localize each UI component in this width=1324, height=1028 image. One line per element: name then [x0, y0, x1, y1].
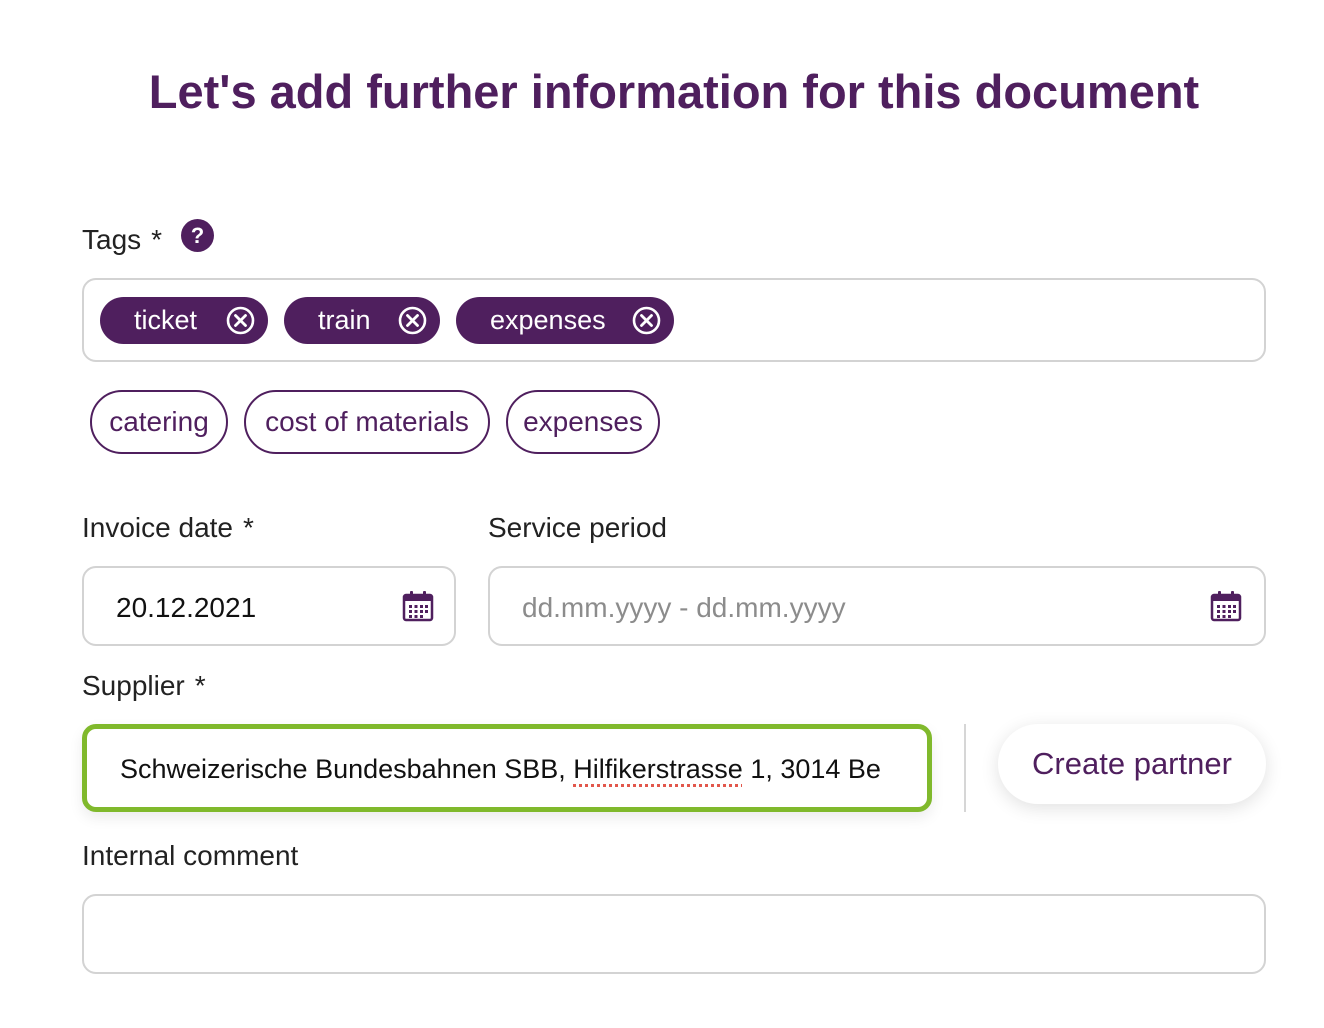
tag-suggestion-expenses[interactable]: expenses [506, 390, 660, 454]
service-period-label: Service period [488, 512, 667, 543]
help-icon[interactable]: ? [181, 219, 214, 252]
tag-chip-train: train [284, 297, 440, 344]
tag-chip-label: train [318, 305, 371, 335]
calendar-icon[interactable] [1210, 590, 1242, 622]
remove-tag-icon[interactable] [226, 306, 255, 335]
remove-tag-icon[interactable] [398, 306, 427, 335]
tag-chip-label: expenses [490, 305, 606, 335]
vertical-divider [964, 724, 966, 812]
supplier-value: Schweizerische Bundesbahnen SBB, Hilfike… [120, 754, 881, 785]
supplier-required-marker: * [194, 670, 206, 701]
supplier-label: Supplier * [82, 670, 206, 702]
tag-chip-ticket: ticket [100, 297, 268, 344]
service-period-placeholder: dd.mm.yyyy - dd.mm.yyyy [522, 592, 846, 623]
invoice-date-field[interactable]: 20.12.2021 [82, 566, 456, 646]
internal-comment-label: Internal comment [82, 840, 299, 871]
tag-chip-label: ticket [134, 305, 198, 335]
supplier-value-start: Schweizerische Bundesbahnen SBB, [120, 754, 574, 784]
invoice-date-required-marker: * [243, 512, 254, 543]
tags-label-text: Tags [82, 224, 142, 255]
invoice-date-label: Invoice date * [82, 512, 254, 544]
internal-comment-input[interactable] [82, 894, 1266, 974]
tags-required-marker: * [151, 224, 163, 255]
supplier-input[interactable]: Schweizerische Bundesbahnen SBB, Hilfike… [82, 724, 932, 812]
calendar-icon[interactable] [402, 590, 434, 622]
tag-suggestion-cost-of-materials[interactable]: cost of materials [244, 390, 490, 454]
supplier-value-end: 1, 3014 Be [742, 754, 881, 784]
supplier-label-text: Supplier [82, 670, 185, 701]
spellcheck-flagged-word: Hilfikerstrasse [573, 754, 743, 784]
document-info-form: Let's add further information for this d… [0, 0, 1324, 1028]
tags-label: Tags * [82, 224, 162, 256]
remove-tag-icon[interactable] [632, 306, 661, 335]
invoice-date-value: 20.12.2021 [116, 592, 257, 623]
page-title: Let's add further information for this d… [148, 65, 1200, 118]
tag-suggestion-catering[interactable]: catering [90, 390, 228, 454]
service-period-field[interactable]: dd.mm.yyyy - dd.mm.yyyy [488, 566, 1266, 646]
invoice-date-label-text: Invoice date [82, 512, 233, 543]
tag-chip-expenses: expenses [456, 297, 674, 344]
create-partner-button[interactable]: Create partner [998, 724, 1266, 804]
